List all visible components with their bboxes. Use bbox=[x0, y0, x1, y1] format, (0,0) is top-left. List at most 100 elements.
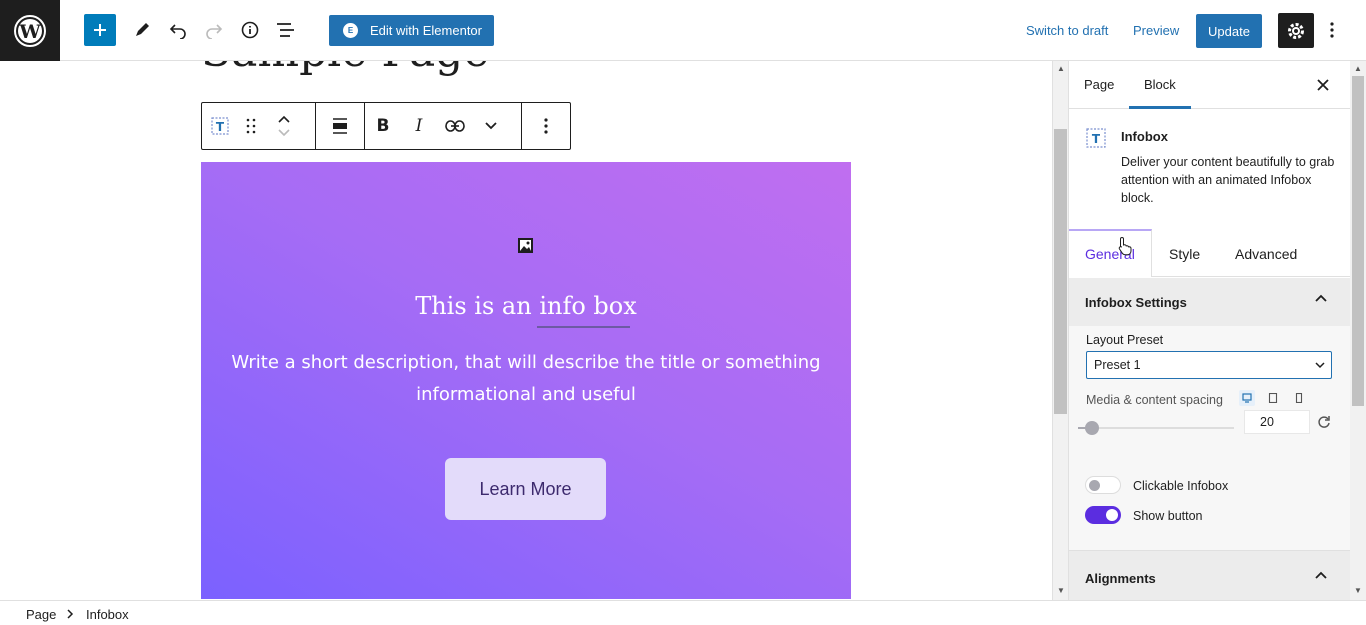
clickable-infobox-toggle[interactable] bbox=[1085, 476, 1121, 494]
spacing-label: Media & content spacing bbox=[1086, 393, 1223, 407]
spacing-slider-handle[interactable] bbox=[1085, 421, 1099, 435]
drag-handle[interactable] bbox=[238, 103, 264, 149]
vertical-ellipsis-icon bbox=[1330, 22, 1334, 38]
scroll-up-arrow-icon[interactable]: ▲ bbox=[1354, 64, 1362, 73]
align-button[interactable] bbox=[322, 103, 358, 149]
spacing-slider-track[interactable] bbox=[1078, 427, 1234, 429]
infobox-description[interactable]: Write a short description, that will des… bbox=[221, 347, 831, 411]
scroll-down-arrow-icon[interactable]: ▼ bbox=[1057, 586, 1065, 595]
clickable-infobox-label: Clickable Infobox bbox=[1133, 479, 1229, 493]
canvas-scrollbar[interactable]: ▲ ▼ bbox=[1052, 61, 1068, 600]
italic-icon: I bbox=[415, 116, 423, 136]
move-up-icon[interactable] bbox=[277, 114, 291, 124]
block-card-title: Infobox bbox=[1121, 129, 1168, 144]
move-down-icon[interactable] bbox=[277, 128, 291, 138]
block-breadcrumb: Page Infobox bbox=[0, 600, 1366, 625]
alignments-panel-header[interactable]: Alignments bbox=[1069, 550, 1350, 600]
infobox-block[interactable]: This is an info box Write a short descri… bbox=[201, 162, 851, 599]
tab-block[interactable]: Block bbox=[1144, 77, 1176, 92]
tools-button[interactable] bbox=[126, 14, 158, 46]
spacing-number-input[interactable]: 20 bbox=[1244, 410, 1310, 434]
infobox-block-icon: T bbox=[1085, 127, 1107, 149]
edit-with-elementor-label: Edit with Elementor bbox=[370, 23, 482, 38]
desktop-icon[interactable] bbox=[1239, 390, 1255, 406]
show-button-toggle[interactable] bbox=[1085, 506, 1121, 524]
edit-with-elementor-button[interactable]: E Edit with Elementor bbox=[329, 15, 494, 46]
undo-button[interactable] bbox=[162, 14, 194, 46]
show-button-label: Show button bbox=[1133, 509, 1203, 523]
redo-button[interactable] bbox=[198, 14, 230, 46]
bold-button[interactable]: B bbox=[365, 103, 401, 149]
switch-to-draft-link[interactable]: Switch to draft bbox=[1026, 23, 1108, 38]
chevron-up-icon bbox=[1315, 571, 1327, 579]
more-rich-text-button[interactable] bbox=[473, 103, 509, 149]
elementor-icon: E bbox=[343, 23, 358, 38]
pencil-icon bbox=[136, 23, 149, 36]
block-card-description: Deliver your content beautifully to grab… bbox=[1121, 155, 1335, 205]
infobox-title-underline bbox=[537, 326, 630, 328]
chevron-up-icon bbox=[1315, 294, 1327, 302]
scroll-up-arrow-icon[interactable]: ▲ bbox=[1057, 64, 1065, 73]
drag-handle-icon bbox=[246, 118, 256, 134]
svg-text:T: T bbox=[1092, 132, 1101, 146]
settings-button[interactable] bbox=[1278, 13, 1314, 48]
sidebar-scrollbar[interactable]: ▲ ▼ bbox=[1350, 61, 1366, 600]
block-options-button[interactable] bbox=[528, 103, 564, 149]
chevron-down-icon bbox=[485, 122, 497, 130]
infobox-settings-panel-header[interactable]: Infobox Settings bbox=[1069, 278, 1350, 326]
close-sidebar-button[interactable] bbox=[1313, 75, 1333, 95]
tab-page[interactable]: Page bbox=[1084, 77, 1114, 92]
wordpress-logo-button[interactable]: W bbox=[0, 0, 60, 61]
redo-icon bbox=[206, 24, 223, 39]
wordpress-icon: W bbox=[14, 14, 46, 47]
page-title[interactable]: Sample Page bbox=[201, 61, 489, 77]
link-icon bbox=[445, 120, 465, 132]
breadcrumb-page[interactable]: Page bbox=[26, 607, 56, 622]
layout-preset-value: Preset 1 bbox=[1094, 358, 1141, 372]
update-button[interactable]: Update bbox=[1196, 14, 1262, 48]
reset-icon[interactable] bbox=[1317, 415, 1331, 429]
bold-icon: B bbox=[376, 116, 390, 136]
undo-icon bbox=[169, 24, 186, 39]
canvas-scrollbar-thumb[interactable] bbox=[1054, 129, 1067, 414]
add-block-button[interactable] bbox=[84, 14, 116, 46]
image-placeholder-icon[interactable] bbox=[517, 237, 534, 254]
list-view-icon bbox=[277, 23, 294, 37]
layout-preset-select[interactable]: Preset 1 bbox=[1086, 351, 1332, 379]
hand-cursor-icon bbox=[1118, 236, 1132, 256]
block-card: T Infobox Deliver your content beautiful… bbox=[1069, 109, 1350, 229]
layout-preset-label: Layout Preset bbox=[1086, 333, 1164, 347]
chevron-down-icon bbox=[1315, 362, 1325, 369]
options-menu-button[interactable] bbox=[1322, 14, 1342, 46]
chevron-right-icon bbox=[67, 609, 74, 619]
sidebar-scrollbar-thumb[interactable] bbox=[1352, 76, 1364, 406]
tab-style[interactable]: Style bbox=[1169, 246, 1200, 262]
block-toolbar: T B I bbox=[201, 102, 571, 150]
move-buttons bbox=[264, 103, 304, 149]
block-toolbar-group-align bbox=[316, 103, 365, 149]
svg-text:T: T bbox=[216, 120, 225, 134]
infobox-settings-panel: Layout Preset Preset 1 Media & content s… bbox=[1069, 326, 1350, 551]
block-type-button[interactable]: T bbox=[202, 103, 238, 149]
block-toolbar-group-options bbox=[522, 103, 570, 149]
breadcrumb-infobox[interactable]: Infobox bbox=[86, 607, 129, 622]
preview-link[interactable]: Preview bbox=[1133, 23, 1179, 38]
svg-text:W: W bbox=[18, 21, 41, 43]
block-toolbar-group-move: T bbox=[202, 103, 316, 149]
infobox-title[interactable]: This is an info box bbox=[201, 292, 851, 320]
infobox-block-icon: T bbox=[211, 117, 229, 135]
list-view-button[interactable] bbox=[270, 14, 302, 46]
tab-advanced[interactable]: Advanced bbox=[1235, 246, 1297, 262]
sidebar-tabs: Page Block bbox=[1069, 61, 1350, 109]
italic-button[interactable]: I bbox=[401, 103, 437, 149]
details-button[interactable] bbox=[234, 14, 266, 46]
scroll-down-arrow-icon[interactable]: ▼ bbox=[1354, 586, 1362, 595]
mobile-icon[interactable] bbox=[1291, 390, 1307, 406]
learn-more-button[interactable]: Learn More bbox=[445, 458, 606, 520]
update-label: Update bbox=[1208, 23, 1250, 39]
close-icon bbox=[1317, 79, 1329, 91]
align-wide-icon bbox=[333, 118, 347, 134]
tablet-icon[interactable] bbox=[1265, 390, 1281, 406]
link-button[interactable] bbox=[437, 103, 473, 149]
editor-canvas: Sample Page T B I bbox=[0, 61, 1052, 600]
